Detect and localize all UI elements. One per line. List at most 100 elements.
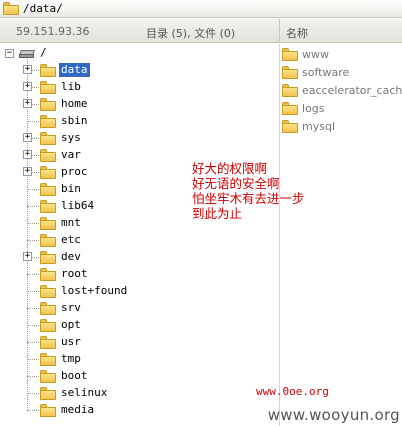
folder-icon	[40, 250, 56, 264]
collapse-toggle[interactable]: −	[5, 49, 14, 58]
folder-icon	[40, 182, 56, 196]
list-item-label: logs	[302, 101, 325, 115]
tree-item-etc[interactable]: etc	[40, 232, 83, 248]
folder-icon	[3, 2, 19, 15]
tree-branch-line	[27, 410, 39, 411]
expand-toggle[interactable]: +	[23, 252, 32, 261]
folder-icon	[40, 114, 56, 128]
tree-branch-line	[27, 359, 39, 360]
expand-toggle[interactable]: +	[23, 82, 32, 91]
folder-icon	[40, 131, 56, 145]
folder-icon	[40, 80, 56, 94]
annotation-site: www.0oe.org	[256, 385, 329, 398]
expand-toggle[interactable]: +	[23, 167, 32, 176]
folder-icon	[282, 47, 298, 61]
tree-branch-line	[27, 376, 39, 377]
tree-item-tmp[interactable]: tmp	[40, 351, 83, 367]
tree-item-label: lost+found	[61, 284, 128, 297]
current-path: /data/	[23, 2, 63, 15]
list-item-logs[interactable]: logs	[282, 100, 325, 116]
annotation-line: 好无语的安全啊	[192, 176, 280, 191]
tree-item-lib64[interactable]: lib64	[40, 198, 96, 214]
tree-item-usr[interactable]: usr	[40, 334, 83, 350]
list-item-label: software	[302, 65, 350, 79]
tree-branch-line	[27, 240, 39, 241]
annotation-line: 好大的权限啊	[192, 161, 268, 176]
tree-item-dev[interactable]: dev	[40, 249, 83, 265]
header-bar: 59.151.93.36 目录 (5), 文件 (0) 名称	[0, 19, 402, 43]
folder-icon	[40, 233, 56, 247]
tree-item-label: proc	[61, 165, 88, 178]
expand-toggle[interactable]: +	[23, 65, 32, 74]
file-list: www software eaccelerator_cachelogs mysql	[280, 44, 402, 426]
tree-item-var[interactable]: var	[40, 147, 83, 163]
tree-item-label: data	[59, 63, 90, 77]
folder-icon	[40, 335, 56, 349]
tree-item-root[interactable]: root	[40, 266, 90, 282]
tree-item-label: mnt	[61, 216, 81, 229]
tree-branch-line	[27, 291, 39, 292]
tree-root-label: /	[40, 46, 47, 59]
tree-item-lib[interactable]: lib	[40, 79, 83, 95]
column-header-name[interactable]: 名称	[286, 25, 308, 41]
folder-icon	[40, 369, 56, 383]
folder-icon	[40, 386, 56, 400]
folder-icon	[40, 284, 56, 298]
expand-toggle[interactable]: +	[23, 150, 32, 159]
tree-branch-line	[27, 206, 39, 207]
folder-icon	[282, 101, 298, 115]
expand-toggle[interactable]: +	[23, 99, 32, 108]
list-item-mysql[interactable]: mysql	[282, 118, 335, 134]
tree-item-data[interactable]: data	[40, 62, 90, 78]
tree-item-label: etc	[61, 233, 81, 246]
column-divider[interactable]	[279, 19, 280, 43]
tree-branch-line	[27, 325, 39, 326]
tree-item-label: home	[61, 97, 88, 110]
tree-item-proc[interactable]: proc	[40, 164, 90, 180]
tree-branch-line	[27, 393, 39, 394]
tree-item-label: var	[61, 148, 81, 161]
folder-icon	[282, 119, 298, 133]
tree-item-label: opt	[61, 318, 81, 331]
tree-item-home[interactable]: home	[40, 96, 90, 112]
folder-icon	[282, 83, 298, 97]
tree-branch-line	[27, 308, 39, 309]
tree-item-opt[interactable]: opt	[40, 317, 83, 333]
expand-toggle[interactable]: +	[23, 133, 32, 142]
tree-item-selinux[interactable]: selinux	[40, 385, 109, 401]
tree-item-label: root	[61, 267, 88, 280]
list-item-eaccelerator_cache[interactable]: eaccelerator_cache	[282, 82, 402, 98]
watermark: www.wooyun.org	[267, 406, 400, 424]
tree-branch-line	[27, 189, 39, 190]
folder-icon	[40, 301, 56, 315]
tree-item-mnt[interactable]: mnt	[40, 215, 83, 231]
tree-item-label: selinux	[61, 386, 108, 399]
list-item-software[interactable]: software	[282, 64, 349, 80]
tree-item-bin[interactable]: bin	[40, 181, 83, 197]
folder-icon	[40, 148, 56, 162]
path-bar: /data/	[0, 0, 402, 18]
tree-item-lost+found[interactable]: lost+found	[40, 283, 129, 299]
annotation-line: 怕坐牢木有去进一步	[192, 191, 305, 206]
list-item-www[interactable]: www	[282, 46, 329, 62]
tree-guide-line	[27, 59, 28, 410]
tree-item-label: sys	[61, 131, 81, 144]
list-item-label: www	[302, 47, 329, 61]
tree-root[interactable]: /	[19, 45, 49, 61]
tree-item-label: boot	[61, 369, 88, 382]
tree-item-srv[interactable]: srv	[40, 300, 83, 316]
host-ip: 59.151.93.36	[16, 25, 90, 38]
tree-item-sys[interactable]: sys	[40, 130, 83, 146]
tree-item-media[interactable]: media	[40, 402, 96, 418]
tree-item-label: lib	[61, 80, 81, 93]
folder-icon	[40, 352, 56, 366]
folder-icon	[40, 199, 56, 213]
tree-item-label: lib64	[61, 199, 95, 212]
folder-icon	[40, 216, 56, 230]
directory-tree: − / + data + lib + home sbin + sys + var + proc bin lib6…	[0, 44, 279, 426]
tree-item-boot[interactable]: boot	[40, 368, 90, 384]
list-item-label: mysql	[302, 119, 335, 133]
tree-item-sbin[interactable]: sbin	[40, 113, 90, 129]
tree-branch-line	[27, 223, 39, 224]
drive-icon	[19, 47, 35, 59]
